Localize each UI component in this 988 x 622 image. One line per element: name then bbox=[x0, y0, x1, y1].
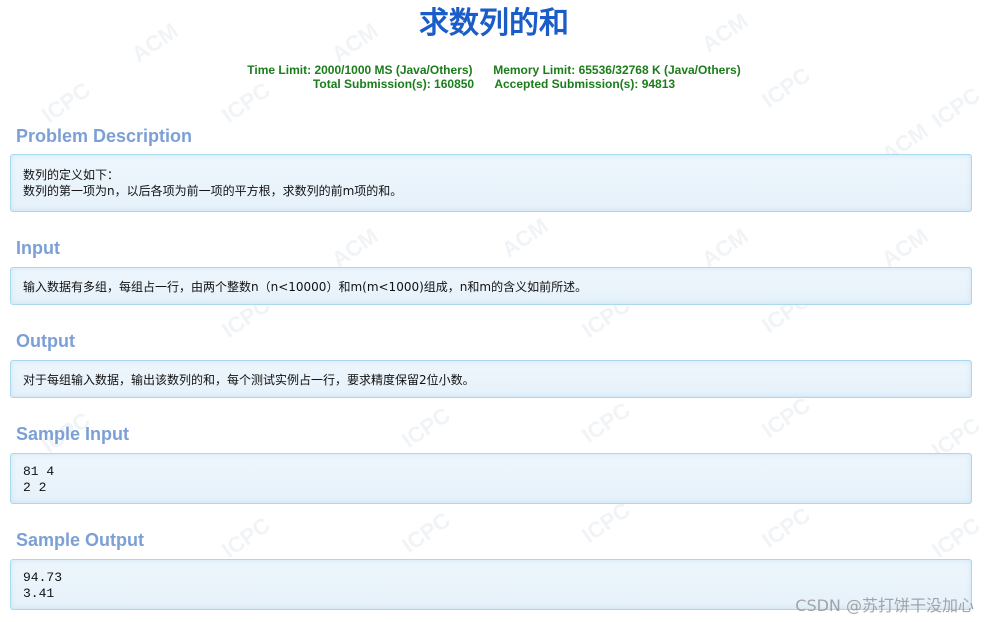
submissions-line: Total Submission(s): 160850 Accepted Sub… bbox=[0, 77, 988, 91]
sample-output-line: 94.73 bbox=[23, 570, 63, 585]
watermark-icpc: ICPC bbox=[577, 397, 635, 448]
accepted-submissions-value: 94813 bbox=[641, 77, 676, 91]
total-submissions-value: 160850 bbox=[434, 77, 475, 91]
total-submissions-label: Total Submission(s): bbox=[312, 77, 431, 91]
watermark-icpc: ICPC bbox=[397, 402, 455, 453]
watermark-acm: ACM bbox=[697, 222, 753, 273]
input-text: 输入数据有多组，每组占一行，由两个整数n（n<10000）和m(m<1000)组… bbox=[23, 280, 588, 294]
watermark-icpc: ICPC bbox=[397, 507, 455, 558]
watermark-icpc: ICPC bbox=[757, 502, 815, 553]
description-line: 数列的定义如下： bbox=[23, 168, 120, 182]
csdn-watermark: CSDN @苏打饼干没加心 bbox=[795, 596, 974, 615]
input-heading: Input bbox=[16, 238, 60, 258]
watermark-acm: ACM bbox=[497, 212, 553, 263]
watermark-acm: ACM bbox=[877, 222, 933, 273]
limits-line: Time Limit: 2000/1000 MS (Java/Others) M… bbox=[0, 63, 988, 77]
watermark-icpc: ICPC bbox=[757, 392, 815, 443]
sample-input-panel: 81 4 2 2 bbox=[10, 453, 972, 504]
accepted-submissions-label: Accepted Submission(s): bbox=[494, 77, 639, 91]
memory-limit-label: Memory Limit: bbox=[493, 63, 576, 77]
output-panel: 对于每组输入数据，输出该数列的和，每个测试实例占一行，要求精度保留2位小数。 bbox=[10, 360, 972, 398]
background-watermark: ACM ICPC ACM ICPC ACM ICPC ACM ICPC ACM … bbox=[0, 0, 988, 622]
sample-input-line: 2 2 bbox=[23, 480, 47, 495]
watermark-icpc: ICPC bbox=[927, 512, 985, 563]
page-title: 求数列的和 bbox=[419, 6, 569, 41]
description-panel: 数列的定义如下： 数列的第一项为n，以后各项为前一项的平方根，求数列的前m项的和… bbox=[10, 154, 972, 212]
watermark-icpc: ICPC bbox=[217, 512, 275, 563]
time-limit-value: 2000/1000 MS (Java/Others) bbox=[314, 63, 473, 77]
memory-limit-value: 65536/32768 K (Java/Others) bbox=[578, 63, 741, 77]
output-text: 对于每组输入数据，输出该数列的和，每个测试实例占一行，要求精度保留2位小数。 bbox=[23, 373, 475, 387]
input-panel: 输入数据有多组，每组占一行，由两个整数n（n<10000）和m(m<1000)组… bbox=[10, 267, 972, 305]
time-limit-label: Time Limit: bbox=[247, 63, 312, 77]
sample-input-heading: Sample Input bbox=[16, 424, 130, 444]
watermark-acm: ACM bbox=[327, 222, 383, 273]
description-heading: Problem Description bbox=[16, 126, 193, 146]
sample-input-line: 81 4 bbox=[23, 464, 55, 479]
watermark-icpc: ICPC bbox=[577, 497, 635, 548]
sample-output-heading: Sample Output bbox=[16, 530, 145, 550]
description-line: 数列的第一项为n，以后各项为前一项的平方根，求数列的前m项的和。 bbox=[23, 184, 403, 198]
output-heading: Output bbox=[16, 331, 75, 351]
